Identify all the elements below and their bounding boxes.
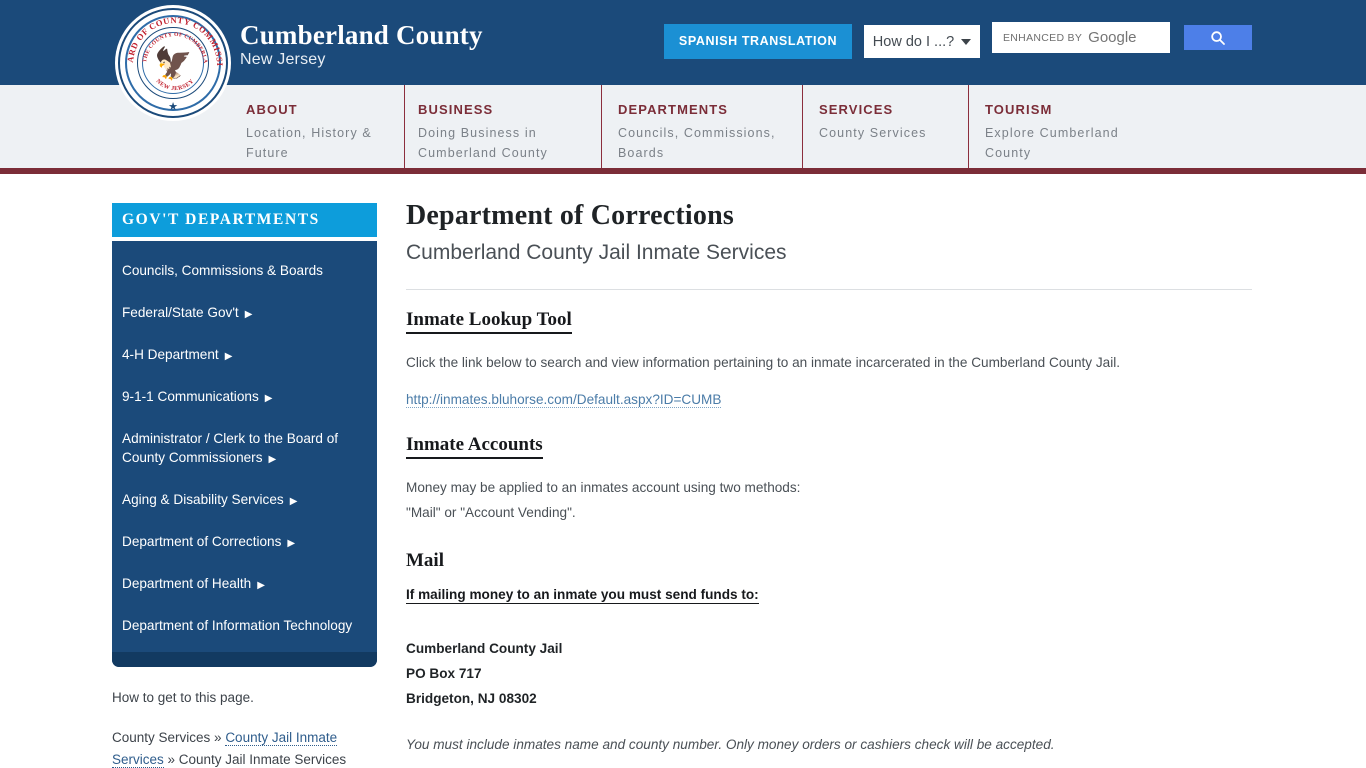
sidebar-item-aging-disability-services[interactable]: Aging & Disability Services ▶ [122,490,365,511]
breadcrumb-prefix: County Services » [112,730,226,745]
nav-item-title: BUSINESS [418,102,494,117]
page-root: THE BOARD OF COUNTY COMMISSIONERS OF THE… [0,0,1366,768]
spanish-translation-button[interactable]: SPANISH TRANSLATION [664,24,852,59]
mail-address-line-3: Bridgeton, NJ 08302 [406,691,537,706]
chevron-down-icon [961,38,972,45]
google-wordmark: Google [1088,29,1137,46]
nav-item-about[interactable]: ABOUT Location, History & Future [240,85,405,168]
page-subtitle: Cumberland County Jail Inmate Services [406,241,787,264]
sidebar-item-department-of-health[interactable]: Department of Health ▶ [122,574,365,595]
county-seal-logo[interactable]: THE BOARD OF COUNTY COMMISSIONERS OF THE… [118,8,228,118]
sidebar-item-911-communications[interactable]: 9-1-1 Communications ▶ [122,387,365,408]
sidebar-item-label: Federal/State Gov't [122,305,239,320]
sidebar-item-label: Aging & Disability Services [122,492,284,507]
content-divider [406,289,1252,290]
search-submit-button[interactable] [1184,25,1252,50]
nav-item-departments[interactable]: DEPARTMENTS Councils, Commissions, Board… [602,85,803,168]
sidebar-item-4h-department[interactable]: 4-H Department ▶ [122,345,365,366]
enhanced-by-label: ENHANCED BY [1003,31,1083,44]
site-title: Cumberland County [240,20,483,50]
section-heading-inmate-accounts: Inmate Accounts [406,434,543,459]
nav-item-services[interactable]: SERVICES County Services [803,85,969,168]
inmate-accounts-text-1: Money may be applied to an inmates accou… [406,480,801,495]
sidebar-item-federal-state-govt[interactable]: Federal/State Gov't ▶ [122,303,365,324]
breadcrumb-suffix: » County Jail Inmate Services [163,752,347,767]
how-to-get-here-label: How to get to this page. [112,690,254,705]
nav-bottom-rule [0,168,1366,174]
sidebar-item-label: Department of Corrections [122,534,282,549]
seal-eagle-icon: 🦅 [154,46,193,81]
sidebar-item-department-of-information-technology[interactable]: Department of Information Technology [122,616,365,637]
how-do-i-label: How do I ...? [872,33,955,50]
sidebar-item-label: 9-1-1 Communications [122,389,259,404]
sidebar-department-list[interactable]: Councils, Commissions & Boards Federal/S… [112,241,377,667]
nav-item-desc: County Services [819,126,927,140]
section-heading-inmate-lookup: Inmate Lookup Tool [406,309,572,334]
nav-item-desc: Doing Business in Cumberland County [418,126,548,160]
mail-funds-note: If mailing money to an inmate you must s… [406,587,759,604]
sidebar-item-arrow-icon: ▶ [224,351,233,362]
section-heading-mail: Mail [406,550,444,571]
sidebar-item-arrow-icon: ▶ [289,496,298,507]
inmate-lookup-link[interactable]: http://inmates.bluhorse.com/Default.aspx… [406,392,722,408]
breadcrumb: County Services » County Jail Inmate Ser… [112,727,387,768]
nav-item-desc: Councils, Commissions, Boards [618,126,776,160]
sidebar-item-arrow-icon: ▶ [257,580,265,591]
nav-item-title: ABOUT [246,102,298,117]
sidebar-item-arrow-icon: ▶ [244,309,253,320]
nav-item-title: DEPARTMENTS [618,102,729,117]
inmate-lookup-description: Click the link below to search and view … [406,355,1121,370]
sidebar-item-arrow-icon: ▶ [264,393,273,404]
sidebar-item-label: Department of Health [122,576,252,591]
page-title: Department of Corrections [406,200,734,231]
sidebar-item-label: Administrator / Clerk to the Board of Co… [122,431,339,465]
sidebar-footer-strip [112,652,377,667]
nav-item-desc: Location, History & Future [246,126,372,160]
nav-item-desc: Explore Cumberland County [985,126,1119,160]
nav-item-business[interactable]: BUSINESS Doing Business in Cumberland Co… [405,85,602,168]
main-content: Department of Corrections Cumberland Cou… [406,200,1254,768]
sidebar-item-administrator-clerk[interactable]: Administrator / Clerk to the Board of Co… [122,429,365,469]
sidebar-item-arrow-icon: ▶ [268,454,277,465]
google-search-input[interactable]: ENHANCED BY Google [992,22,1170,53]
nav-item-title: SERVICES [819,102,894,117]
sidebar-item-label: Councils, Commissions & Boards [122,263,323,278]
sidebar-item-department-of-corrections[interactable]: Department of Corrections ▶ [122,532,365,553]
nav-item-title: TOURISM [985,102,1053,117]
sidebar-item-councils-commissions-boards[interactable]: Councils, Commissions & Boards [122,261,365,282]
inmate-accounts-text-2: "Mail" or "Account Vending". [406,505,576,520]
site-subtitle: New Jersey [240,51,326,68]
nav-item-tourism[interactable]: TOURISM Explore Cumberland County [969,85,1169,168]
sidebar-heading: GOV'T DEPARTMENTS [112,203,377,237]
mail-address-line-1: Cumberland County Jail [406,641,563,656]
mail-address-line-2: PO Box 717 [406,666,482,681]
seal-star-icon: ★ [168,101,178,113]
how-do-i-dropdown[interactable]: How do I ...? [864,25,980,58]
mail-disclaimer: You must include inmates name and county… [406,737,1055,752]
search-icon [1211,30,1225,45]
sidebar-item-arrow-icon: ▶ [287,538,296,549]
sidebar-item-label: Department of Information Technology [122,618,353,633]
sidebar-item-label: 4-H Department [122,347,219,362]
